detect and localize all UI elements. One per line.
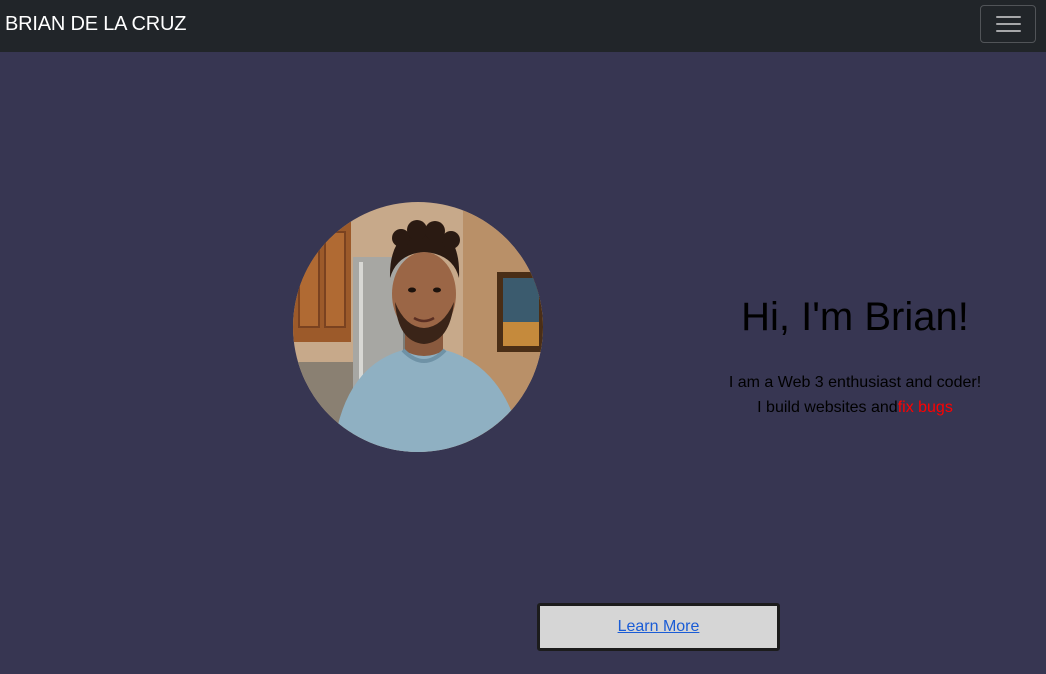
intro-line-2-highlight: fix bugs xyxy=(897,399,953,416)
learn-more-button[interactable]: Learn More xyxy=(537,603,780,651)
profile-photo-illustration xyxy=(293,202,543,452)
navbar-toggle-button[interactable] xyxy=(980,5,1036,43)
hamburger-menu-icon-bar xyxy=(996,30,1021,32)
learn-more-link[interactable]: Learn More xyxy=(618,618,700,635)
brand-name[interactable]: BRIAN DE LA CRUZ xyxy=(5,12,186,36)
top-navbar: BRIAN DE LA CRUZ xyxy=(0,0,1046,52)
profile-photo xyxy=(293,202,543,452)
hamburger-menu-icon-bar xyxy=(996,23,1021,25)
intro-section: Hi, I'm Brian! I am a Web 3 enthusiast a… xyxy=(705,292,1005,420)
greeting-heading: Hi, I'm Brian! xyxy=(741,295,969,339)
intro-text: I am a Web 3 enthusiast and coder! I bui… xyxy=(705,370,1005,420)
intro-line-2-prefix: I build websites and xyxy=(757,399,898,416)
hamburger-menu-icon xyxy=(996,16,1021,18)
intro-line-1: I am a Web 3 enthusiast and coder! xyxy=(728,374,982,391)
